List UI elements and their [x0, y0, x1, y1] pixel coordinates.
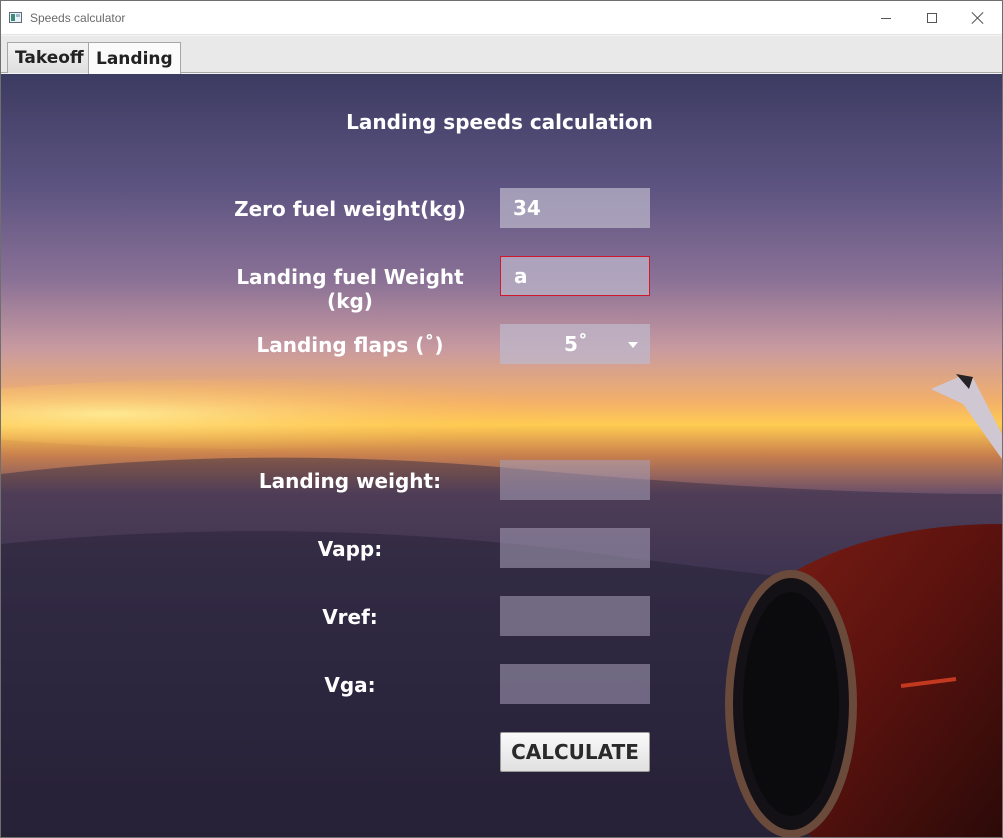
minimize-button[interactable] — [863, 1, 909, 35]
landing-panel: Landing speeds calculation Zero fuel wei… — [1, 74, 1002, 837]
landing-fuel-weight-input[interactable]: a — [500, 256, 650, 296]
vga-label: Vga: — [324, 673, 376, 697]
tab-bar: Takeoff Landing — [1, 36, 1002, 74]
landing-flaps-value: 5˚ — [564, 332, 588, 356]
vref-label: Vref: — [322, 605, 378, 629]
zero-fuel-weight-label: Zero fuel weight(kg) — [234, 197, 466, 221]
maximize-button[interactable] — [909, 1, 955, 35]
landing-weight-output[interactable] — [500, 460, 650, 500]
close-icon — [972, 12, 984, 24]
page-heading: Landing speeds calculation — [346, 110, 653, 134]
vga-output[interactable] — [500, 664, 650, 704]
tab-takeoff[interactable]: Takeoff — [7, 42, 92, 73]
vapp-output[interactable] — [500, 528, 650, 568]
window-title: Speeds calculator — [30, 11, 126, 25]
landing-flaps-select[interactable]: 5˚ — [500, 324, 650, 364]
tab-landing[interactable]: Landing — [88, 42, 181, 74]
landing-fuel-weight-label: Landing fuel Weight (kg) — [236, 265, 464, 313]
minimize-icon — [881, 17, 891, 19]
vref-output[interactable] — [500, 596, 650, 636]
landing-weight-label: Landing weight: — [258, 469, 442, 493]
chevron-down-icon — [628, 342, 638, 348]
calculate-button[interactable]: CALCULATE — [500, 732, 650, 772]
vapp-label: Vapp: — [317, 537, 383, 561]
close-button[interactable] — [955, 1, 1001, 35]
title-bar: Speeds calculator — [1, 1, 1002, 35]
maximize-icon — [927, 13, 937, 23]
zero-fuel-weight-input[interactable]: 34 — [500, 188, 650, 228]
app-window: Speeds calculator Takeoff Landing Landin… — [0, 0, 1003, 838]
landing-flaps-label: Landing flaps (˚) — [256, 333, 444, 357]
app-icon — [9, 12, 22, 23]
